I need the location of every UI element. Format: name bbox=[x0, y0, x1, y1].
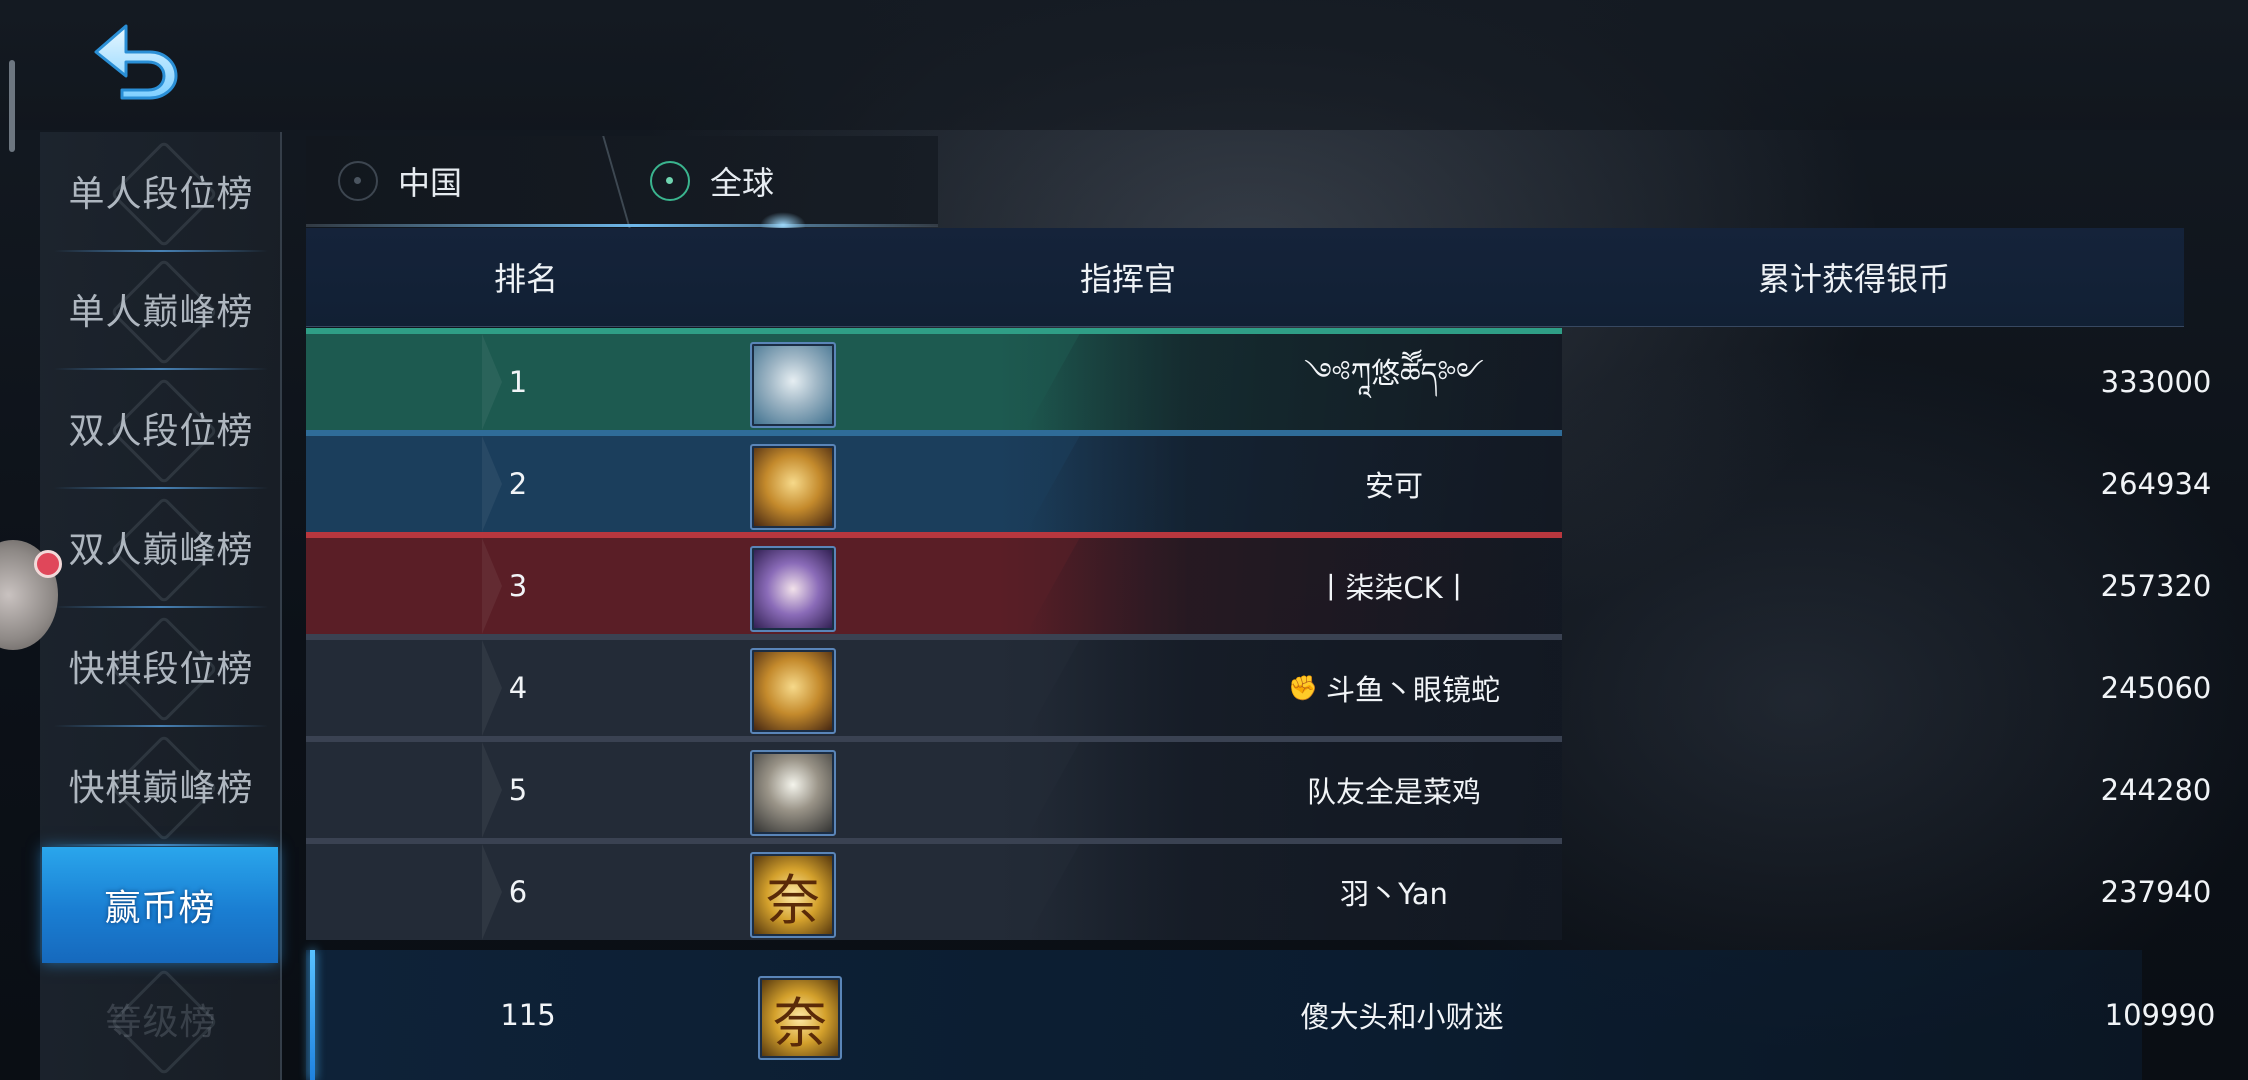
commander-avatar[interactable] bbox=[750, 750, 836, 836]
radio-china[interactable] bbox=[338, 161, 378, 201]
ranking-table: 1 ༺ཀཱ悠ཚཽད༻ 333000 2 安可 264934 3 丨柒柒CK丨 257320 4 ✊ 斗… bbox=[306, 328, 2211, 948]
commander-name: 丨柒柒CK丨 bbox=[1316, 571, 1472, 605]
tab-divider bbox=[602, 136, 632, 232]
my-coins: 109990 bbox=[2104, 998, 2216, 1032]
back-arrow-icon bbox=[94, 24, 178, 100]
notification-dot bbox=[34, 550, 62, 578]
rank-number: 2 bbox=[508, 467, 528, 501]
sidebar-item-label: 等级榜 bbox=[105, 1002, 217, 1043]
top-bar bbox=[0, 0, 2248, 130]
col-coins-header: 累计获得银币 bbox=[1758, 260, 1951, 298]
table-row[interactable]: 6 奈 羽丶Yan 237940 bbox=[306, 838, 2211, 940]
my-commander-name: 傻大头和小财迷 bbox=[1300, 1000, 1504, 1034]
tab-underline bbox=[306, 224, 938, 227]
commander-name: 安可 bbox=[1364, 469, 1423, 503]
commander-name-cell: 丨柒柒CK丨 bbox=[1106, 538, 1682, 634]
col-rank-header: 排名 bbox=[494, 260, 559, 298]
commander-name: 队友全是菜鸡 bbox=[1306, 775, 1481, 809]
commander-name-cell: ༺ཀཱ悠ཚཽད༻ bbox=[1106, 334, 1682, 430]
coins-value: 333000 bbox=[2100, 365, 2212, 399]
coins-value: 264934 bbox=[2100, 467, 2212, 501]
rank-number: 1 bbox=[508, 365, 528, 399]
leaderboard-screen: 单人段位榜单人巅峰榜双人段位榜双人巅峰榜快棋段位榜快棋巅峰榜赢币榜等级榜 中国 … bbox=[0, 0, 2248, 1080]
rank-number: 4 bbox=[508, 671, 528, 705]
commander-name-cell: 羽丶Yan bbox=[1106, 844, 1682, 940]
commander-name: 羽丶Yan bbox=[1340, 877, 1448, 911]
radio-global[interactable] bbox=[650, 161, 690, 201]
sidebar-item-7[interactable]: 等级榜 bbox=[40, 960, 282, 1078]
table-header: 排名 指挥官 累计获得银币 bbox=[306, 228, 2184, 327]
my-rank-row[interactable]: 115 奈 傻大头和小财迷 109990 bbox=[306, 950, 2215, 1080]
col-commander-header: 指挥官 bbox=[1080, 260, 1177, 298]
commander-name: 斗鱼丶眼镜蛇 bbox=[1325, 673, 1500, 707]
commander-avatar[interactable]: 奈 bbox=[750, 852, 836, 938]
coins-value: 257320 bbox=[2100, 569, 2212, 603]
sidebar-item-6[interactable]: 赢币榜 bbox=[42, 847, 278, 963]
sidebar-item-label: 快棋巅峰榜 bbox=[68, 768, 254, 809]
sidebar-item-label: 单人巅峰榜 bbox=[68, 292, 254, 333]
rank-number: 3 bbox=[508, 569, 528, 603]
coins-value: 244280 bbox=[2100, 773, 2212, 807]
coins-value: 245060 bbox=[2100, 671, 2212, 705]
tab-china-label: 中国 bbox=[398, 164, 463, 202]
table-row[interactable]: 1 ༺ཀཱ悠ཚཽད༻ 333000 bbox=[306, 328, 2211, 430]
tab-china[interactable]: 中国 bbox=[338, 136, 462, 226]
sidebar-item-label: 赢币榜 bbox=[104, 888, 216, 929]
tab-global-label: 全球 bbox=[710, 164, 775, 202]
sidebar-item-label: 单人段位榜 bbox=[68, 174, 254, 215]
sidebar-item-label: 双人段位榜 bbox=[68, 411, 254, 452]
sidebar-item-1[interactable]: 单人巅峰榜 bbox=[40, 250, 282, 368]
coins-value: 237940 bbox=[2100, 875, 2212, 909]
commander-name: ༺ཀཱ悠ཚཽད༻ bbox=[1304, 356, 1484, 390]
sidebar-item-2[interactable]: 双人段位榜 bbox=[40, 369, 282, 487]
commander-name-cell: 队友全是菜鸡 bbox=[1106, 742, 1682, 838]
table-row[interactable]: 2 安可 264934 bbox=[306, 430, 2211, 532]
region-tabs: 中国 全球 bbox=[306, 136, 938, 232]
back-button[interactable] bbox=[92, 22, 182, 100]
commander-name-cell: ✊ 斗鱼丶眼镜蛇 bbox=[1106, 640, 1682, 736]
rank-number: 5 bbox=[508, 773, 528, 807]
commander-avatar[interactable] bbox=[750, 648, 836, 734]
my-rank-accent bbox=[310, 950, 315, 1080]
sidebar-item-5[interactable]: 快棋巅峰榜 bbox=[40, 726, 282, 844]
sidebar-item-label: 快棋段位榜 bbox=[68, 649, 254, 690]
commander-avatar[interactable] bbox=[750, 342, 836, 428]
edge-handle[interactable] bbox=[9, 60, 15, 152]
sidebar-item-4[interactable]: 快棋段位榜 bbox=[40, 607, 282, 725]
sidebar-separator bbox=[54, 844, 268, 846]
table-row[interactable]: 3 丨柒柒CK丨 257320 bbox=[306, 532, 2211, 634]
commander-avatar[interactable] bbox=[750, 546, 836, 632]
my-rank-number: 115 bbox=[500, 998, 556, 1032]
sidebar-item-label: 双人巅峰榜 bbox=[68, 530, 254, 571]
table-row[interactable]: 4 ✊ 斗鱼丶眼镜蛇 245060 bbox=[306, 634, 2211, 736]
sidebar-item-0[interactable]: 单人段位榜 bbox=[40, 132, 282, 250]
rank-number: 6 bbox=[508, 875, 528, 909]
my-avatar[interactable]: 奈 bbox=[758, 976, 842, 1060]
fist-icon: ✊ bbox=[1288, 674, 1318, 702]
table-row[interactable]: 5 队友全是菜鸡 244280 bbox=[306, 736, 2211, 838]
tab-global[interactable]: 全球 bbox=[650, 136, 774, 226]
commander-avatar[interactable] bbox=[750, 444, 836, 530]
commander-name-cell: 安可 bbox=[1106, 436, 1682, 532]
sidebar-item-3[interactable]: 双人巅峰榜 bbox=[40, 488, 282, 606]
